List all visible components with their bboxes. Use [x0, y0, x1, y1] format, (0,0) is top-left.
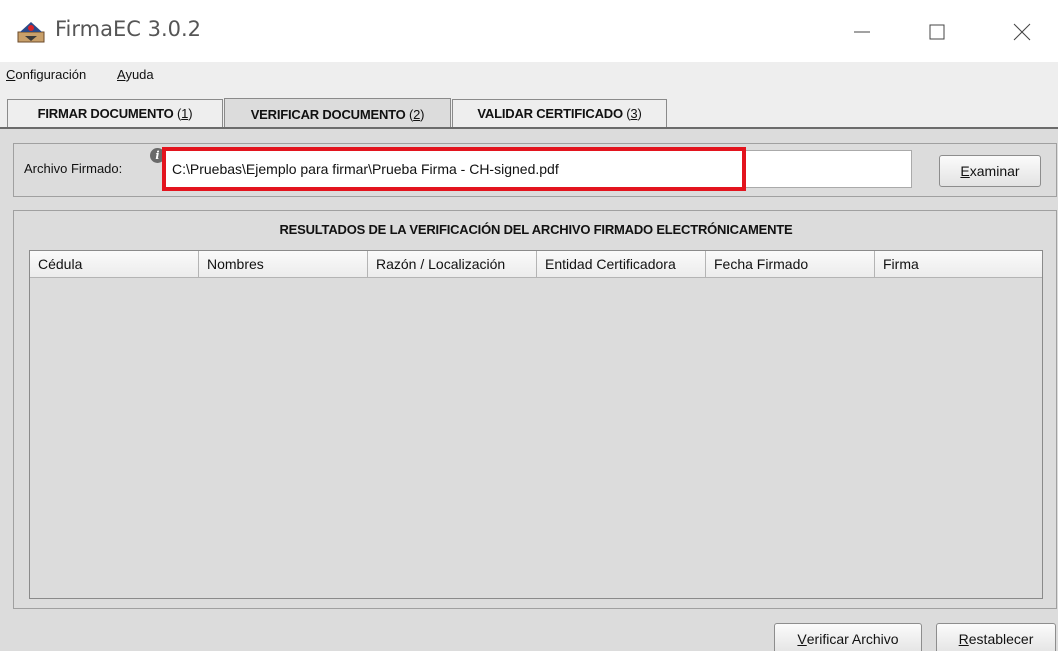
column-firma[interactable]: Firma — [875, 251, 1042, 278]
minimize-icon — [854, 31, 870, 33]
file-path-field[interactable]: C:\Pruebas\Ejemplo para firmar\Prueba Fi… — [165, 150, 912, 188]
tab-verificar-label: VERIFICAR DOCUMENTO — [250, 106, 406, 122]
maximize-icon — [929, 24, 945, 40]
results-table[interactable]: Cédula Nombres Razón / Localización Enti… — [29, 250, 1043, 599]
examinar-label: xaminar — [969, 163, 1020, 179]
file-panel: Archivo Firmado: i C:\Pruebas\Ejemplo pa… — [13, 143, 1057, 197]
window-title: FirmaEC 3.0.2 — [55, 17, 202, 41]
tab-firmar-label: FIRMAR DOCUMENTO — [37, 106, 174, 121]
work-area: FIRMAR DOCUMENTO (1) VERIFICAR DOCUMENTO… — [0, 88, 1058, 651]
close-icon — [1013, 23, 1031, 41]
verificar-label: erificar Archivo — [806, 631, 899, 647]
verificar-archivo-button[interactable]: Verificar Archivo — [774, 623, 922, 651]
menu-configuracion[interactable]: Configuración — [6, 67, 86, 82]
tab-strip: FIRMAR DOCUMENTO (1) VERIFICAR DOCUMENTO… — [0, 88, 1058, 129]
tab-validar-certificado[interactable]: VALIDAR CERTIFICADO (3) — [452, 99, 667, 127]
tab-validar-label: VALIDAR CERTIFICADO — [477, 106, 623, 121]
menu-ayuda[interactable]: Ayuda — [117, 67, 154, 82]
tab-divider — [0, 127, 1058, 129]
restablecer-label: establecer — [968, 631, 1034, 647]
menu-bar: Configuración Ayuda — [0, 62, 1058, 88]
menu-ayuda-label: yuda — [125, 67, 154, 82]
column-cedula[interactable]: Cédula — [30, 251, 199, 278]
table-header: Cédula Nombres Razón / Localización Enti… — [30, 251, 1042, 278]
archivo-firmado-label: Archivo Firmado: — [24, 161, 123, 176]
examinar-button[interactable]: Examinar — [939, 155, 1041, 187]
firmaec-logo-icon — [17, 22, 45, 43]
results-title: RESULTADOS DE LA VERIFICACIÓN DEL ARCHIV… — [279, 222, 793, 237]
tab-firmar-documento[interactable]: FIRMAR DOCUMENTO (1) — [7, 99, 223, 127]
info-icon[interactable]: i — [150, 148, 165, 163]
results-panel: RESULTADOS DE LA VERIFICACIÓN DEL ARCHIV… — [13, 210, 1057, 609]
column-nombres[interactable]: Nombres — [199, 251, 368, 278]
maximize-button[interactable] — [917, 14, 957, 50]
minimize-button[interactable] — [842, 14, 882, 50]
column-razon-localizacion[interactable]: Razón / Localización — [368, 251, 537, 278]
tab-verificar-documento[interactable]: VERIFICAR DOCUMENTO (2) — [224, 98, 451, 129]
column-fecha-firmado[interactable]: Fecha Firmado — [706, 251, 875, 278]
close-button[interactable] — [1002, 14, 1042, 50]
restablecer-button[interactable]: Restablecer — [936, 623, 1056, 651]
menu-configuracion-label: onfiguración — [15, 67, 87, 82]
column-entidad-certificadora[interactable]: Entidad Certificadora — [537, 251, 706, 278]
title-bar: FirmaEC 3.0.2 — [0, 0, 1058, 62]
